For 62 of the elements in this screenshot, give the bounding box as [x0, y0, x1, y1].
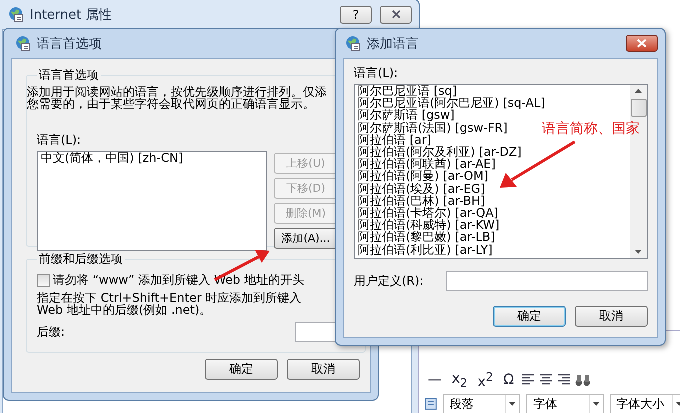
scroll-thumb[interactable] — [630, 98, 646, 116]
dropdown[interactable]: 字体 — [526, 394, 604, 413]
custom-language-field[interactable] — [446, 271, 648, 291]
dialog-title: 添加语言 — [367, 36, 419, 52]
language-list-item[interactable]: 阿拉伯语(科威特) [ar-KW] — [355, 219, 500, 232]
language-list-item[interactable]: 阿尔萨斯语(法国) [gsw-FR] — [355, 122, 508, 134]
dialog-title: 语言首选项 — [37, 36, 102, 52]
toolbar-button[interactable]: — — [425, 372, 445, 388]
language-list-item[interactable]: 阿尔巴尼亚语 [sq] — [355, 85, 458, 98]
group-title: 语言首选项 — [38, 67, 100, 84]
language-list[interactable]: 中文(简体，中国) [zh-CN] — [37, 151, 267, 251]
binoculars-icon — [575, 374, 592, 386]
window-title: Internet 属性 — [30, 6, 112, 24]
toolbar-button[interactable]: x$^{2}$ — [474, 370, 496, 390]
language-list-item[interactable]: 阿拉伯语(卡塔尔) [ar-QA] — [355, 207, 498, 220]
close-button[interactable] — [380, 6, 412, 24]
scroll-up-icon[interactable] — [635, 89, 642, 93]
suffix-note: 指定在按下 Ctrl+Shift+Enter 时应添加到所键入 Web 地址中的后缀(例如 .net)。 — [37, 292, 303, 316]
language-list-item[interactable]: 中文(简体，中国) [zh-CN] — [38, 152, 184, 164]
checkbox[interactable] — [37, 274, 50, 287]
dropdown-arrow-icon — [509, 402, 516, 406]
ok-button[interactable]: 确定 — [493, 306, 566, 327]
language-list-item[interactable]: 阿拉伯语(阿尔及利亚) [ar-DZ] — [355, 146, 522, 158]
cancel-button[interactable]: 取消 — [575, 306, 648, 327]
suffix-label: 后缀: — [37, 324, 66, 340]
close-icon — [637, 39, 647, 48]
language-list[interactable] — [354, 84, 648, 259]
language-list-item[interactable]: 阿拉伯语(黎巴嫩) [ar-LB] — [355, 231, 496, 244]
language-list-item[interactable]: 阿拉伯语(埃及) [ar-EG] — [355, 182, 486, 195]
align-center-icon — [539, 374, 554, 386]
help-button[interactable]: ? — [340, 6, 372, 24]
close-icon — [392, 10, 400, 19]
language-list-item[interactable]: 阿拉伯语(利比亚) [ar-LY] — [355, 244, 493, 256]
globe-icon — [345, 36, 361, 52]
list-label: 语言(L): — [354, 65, 398, 82]
globe-icon — [15, 36, 31, 52]
toolbar-icon[interactable] — [425, 398, 437, 410]
dropdown[interactable]: 段落 — [442, 394, 520, 413]
dropdown[interactable]: 字体大小 — [610, 394, 680, 413]
align-right-icon — [557, 374, 572, 386]
custom-label: 用户定义(R): — [354, 272, 424, 290]
toolbar-button[interactable]: x$_{2}$ — [449, 370, 471, 390]
scroll-down-icon[interactable] — [635, 250, 642, 254]
language-list-item[interactable]: 阿拉伯语(阿曼) [ar-OM] — [355, 170, 489, 183]
language-list-item[interactable]: 阿尔萨斯语 [gsw] — [355, 109, 455, 122]
language-list-item[interactable]: 阿拉伯语(巴林) [ar-BH] — [355, 194, 486, 208]
language-list-item[interactable]: 阿尔巴尼亚语(阿尔巴尼亚) [sq-AL] — [355, 97, 546, 110]
dropdown-arrow-icon — [592, 402, 600, 406]
close-button[interactable] — [626, 35, 658, 52]
list-label: 语言(L): — [37, 132, 82, 149]
group-title: 前缀和后缀选项 — [38, 251, 124, 268]
language-list-item[interactable]: 阿拉伯语 [ar] — [355, 134, 432, 146]
description-text: 您需要的，由于某些字符会取代网页的正确语言显示。 — [27, 98, 315, 110]
cancel-button[interactable]: 取消 — [287, 359, 360, 380]
ok-button[interactable]: 确定 — [205, 359, 278, 380]
toolbar-button[interactable]: Ω — [500, 372, 518, 388]
add-button[interactable]: 添加(A)... — [274, 228, 338, 249]
annotation-text: 语言简称、国家 — [542, 120, 640, 138]
align-left-icon — [521, 374, 536, 386]
language-list-item[interactable]: 阿拉伯语(阿联酋) [ar-AE] — [355, 158, 496, 170]
description-text: 添加用于阅读网站的语言，按优先级顺序进行排列。仅添 — [27, 86, 328, 98]
globe-icon — [8, 6, 24, 22]
